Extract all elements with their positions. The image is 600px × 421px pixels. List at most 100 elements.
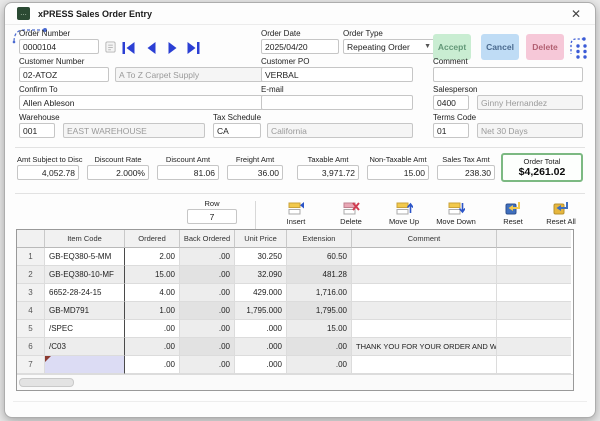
salesperson-name-field: Ginny Hernandez	[477, 95, 583, 110]
grid-row-5: 5 /SPEC .00 .00 .000 15.00	[17, 320, 573, 338]
ordered-cell[interactable]: .00	[125, 320, 180, 338]
filler-cell	[497, 248, 571, 266]
back-ordered-cell: .00	[180, 356, 235, 374]
scrollbar-thumb[interactable]	[19, 378, 74, 387]
order-number-input[interactable]: 0000104	[19, 39, 99, 54]
comment-label: Comment	[433, 57, 468, 66]
row-number-cell: 2	[17, 266, 45, 284]
order-total-box: Order Total $4,261.02	[501, 153, 583, 182]
comment-cell[interactable]: THANK YOU FOR YOUR ORDER AND W...	[352, 338, 497, 356]
next-record-icon[interactable]	[165, 42, 180, 54]
app-icon: …	[17, 7, 30, 20]
sales-order-entry-window: … xPRESS Sales Order Entry ✕ Order Numbe…	[4, 2, 596, 418]
ordered-cell[interactable]: .00	[125, 338, 180, 356]
first-record-icon[interactable]	[121, 42, 136, 54]
non-taxable-amt-field: 15.00	[367, 165, 429, 180]
memo-lookup-icon[interactable]	[103, 41, 118, 53]
reset-all-button[interactable]: Reset All	[533, 201, 589, 226]
delete-row-button[interactable]: Delete	[323, 201, 379, 226]
customer-number-input[interactable]: 02-ATOZ	[19, 67, 109, 82]
item-code-cell[interactable]: GB-MD791	[45, 302, 125, 320]
unit-price-cell[interactable]: .000	[235, 356, 287, 374]
move-down-icon	[448, 202, 465, 215]
delete-button[interactable]: Delete	[526, 34, 564, 60]
close-icon[interactable]: ✕	[569, 7, 583, 21]
unit-price-cell[interactable]: .000	[235, 320, 287, 338]
order-total-label: Order Total	[523, 157, 561, 166]
unit-price-cell[interactable]: 30.250	[235, 248, 287, 266]
customer-po-input[interactable]: VERBAL	[261, 67, 413, 82]
unit-price-cell[interactable]: 429.000	[235, 284, 287, 302]
dots-grid-icon[interactable]	[567, 36, 591, 60]
discount-rate-input[interactable]: 2.000%	[87, 165, 149, 180]
order-type-select[interactable]: Repeating Order ▼	[343, 39, 435, 54]
comment-cell[interactable]	[352, 266, 497, 284]
terms-code-input[interactable]: 01	[433, 123, 469, 138]
horizontal-scrollbar[interactable]	[17, 374, 573, 390]
ordered-cell[interactable]: 1.00	[125, 302, 180, 320]
item-code-cell[interactable]: /C03	[45, 338, 125, 356]
grid-row-2: 2 GB-EQ380-10-MF 15.00 .00 32.090 481.28	[17, 266, 573, 284]
ordered-cell[interactable]: 4.00	[125, 284, 180, 302]
move-down-button[interactable]: Move Down	[428, 201, 484, 226]
discount-rate-label: Discount Rate	[94, 155, 142, 164]
comment-cell[interactable]	[352, 320, 497, 338]
confirm-to-input[interactable]: Allen Ableson	[19, 95, 263, 110]
cancel-button[interactable]: Cancel	[481, 34, 519, 60]
insert-row-button[interactable]: Insert	[268, 201, 324, 226]
customer-number-label: Customer Number	[19, 57, 85, 66]
insert-row-icon	[288, 202, 304, 215]
comment-cell[interactable]	[352, 356, 497, 374]
freight-amt-input[interactable]: 36.00	[227, 165, 283, 180]
amt-subject-to-disc-label: Amt Subject to Disc	[17, 155, 83, 164]
ordered-cell[interactable]: 15.00	[125, 266, 180, 284]
tax-schedule-code-input[interactable]: CA	[213, 123, 261, 138]
comment-cell[interactable]	[352, 302, 497, 320]
comment-input[interactable]	[433, 67, 583, 82]
order-date-input[interactable]: 2025/04/20	[261, 39, 339, 54]
comment-header: Comment	[352, 230, 497, 248]
customer-po-label: Customer PO	[261, 57, 310, 66]
comment-cell[interactable]	[352, 284, 497, 302]
taxable-amt-label: Taxable Amt	[307, 155, 349, 164]
tax-schedule-name-field: California	[267, 123, 413, 138]
salesperson-label: Salesperson	[433, 85, 478, 94]
terms-name-field: Net 30 Days	[477, 123, 583, 138]
ordered-cell[interactable]: .00	[125, 356, 180, 374]
order-total-value: $4,261.02	[518, 166, 566, 178]
item-code-cell-selected[interactable]	[45, 356, 125, 374]
ordered-cell[interactable]: 2.00	[125, 248, 180, 266]
extension-cell: 1,795.00	[287, 302, 352, 320]
comment-cell[interactable]	[352, 248, 497, 266]
unit-price-cell[interactable]: 32.090	[235, 266, 287, 284]
item-code-cell[interactable]: GB-EQ380-10-MF	[45, 266, 125, 284]
divider	[13, 401, 587, 402]
discount-amt-input[interactable]: 81.06	[157, 165, 219, 180]
filler-cell	[497, 266, 571, 284]
email-input[interactable]	[261, 95, 413, 110]
last-record-icon[interactable]	[186, 42, 201, 54]
back-ordered-cell: .00	[180, 320, 235, 338]
item-code-cell[interactable]: GB-EQ380-5-MM	[45, 248, 125, 266]
back-ordered-cell: .00	[180, 284, 235, 302]
row-number-cell: 3	[17, 284, 45, 302]
freight-amt-label: Freight Amt	[235, 155, 275, 164]
move-up-button[interactable]: Move Up	[376, 201, 432, 226]
back-ordered-header: Back Ordered	[180, 230, 235, 248]
window-title: xPRESS Sales Order Entry	[38, 8, 153, 19]
warehouse-code-input[interactable]: 001	[19, 123, 55, 138]
unit-price-cell[interactable]: 1,795.000	[235, 302, 287, 320]
grid-header-row: Item Code Ordered Back Ordered Unit Pric…	[17, 230, 573, 248]
item-code-cell[interactable]: /SPEC	[45, 320, 125, 338]
order-date-label: Order Date	[261, 29, 301, 38]
item-code-cell[interactable]: 6652-28-24-15	[45, 284, 125, 302]
unit-price-cell[interactable]: .000	[235, 338, 287, 356]
line-items-grid: Item Code Ordered Back Ordered Unit Pric…	[16, 229, 574, 391]
row-number-input[interactable]: 7	[187, 209, 237, 224]
salesperson-code-input[interactable]: 0400	[433, 95, 469, 110]
title-bar: … xPRESS Sales Order Entry	[5, 3, 595, 25]
item-code-header: Item Code	[45, 230, 125, 248]
filler-cell	[497, 320, 571, 338]
extension-header: Extension	[287, 230, 352, 248]
previous-record-icon[interactable]	[144, 42, 159, 54]
